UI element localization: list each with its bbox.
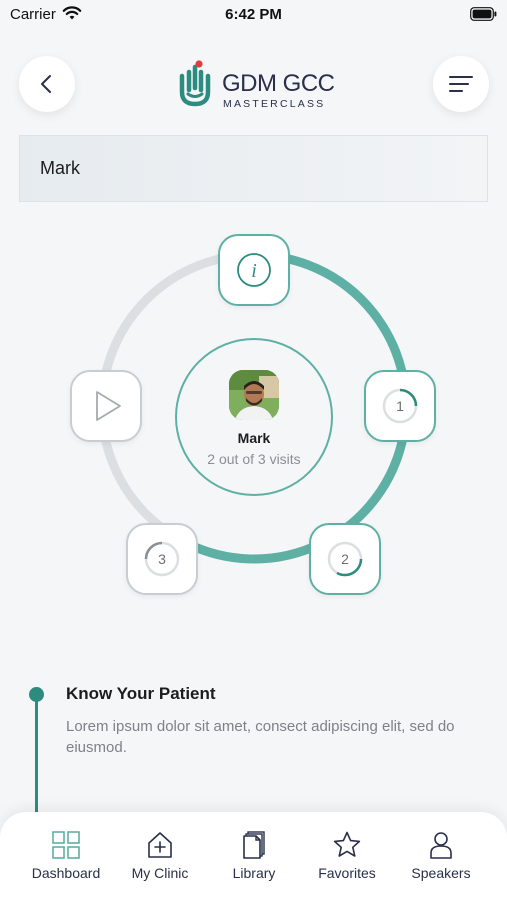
- hamburger-menu-icon: [449, 76, 473, 92]
- status-bar: Carrier 6:42 PM: [0, 0, 507, 30]
- tab-speakers-label: Speakers: [411, 865, 471, 881]
- timeline-line: [35, 694, 38, 824]
- timeline-dot: [29, 687, 44, 702]
- timeline-title: Know Your Patient: [66, 684, 216, 703]
- tab-favorites[interactable]: Favorites: [297, 830, 397, 892]
- chevron-left-icon: [41, 75, 51, 93]
- menu-button[interactable]: [433, 56, 489, 112]
- patient-center-card[interactable]: Mark 2 out of 3 visits: [175, 338, 333, 496]
- star-icon: [333, 831, 361, 857]
- avatar: [229, 370, 279, 420]
- visit-progress-diagram: i 1 2 3 Mark 2 out of 3 visits: [0, 220, 507, 600]
- clinic-icon: [148, 832, 172, 858]
- visits-count-text: 2 out of 3 visits: [207, 451, 301, 467]
- info-icon: i: [237, 253, 271, 287]
- visit-step-1-node[interactable]: 1: [364, 370, 436, 442]
- step-3-label: 3: [158, 551, 166, 567]
- bottom-tab-bar: Dashboard My Clinic Library Favorites Sp…: [0, 812, 507, 900]
- battery-icon: [470, 7, 497, 21]
- person-icon: [430, 832, 452, 859]
- back-button[interactable]: [19, 56, 75, 112]
- tab-library-label: Library: [232, 865, 276, 881]
- timeline-description: Lorem ipsum dolor sit amet, consect adip…: [66, 718, 455, 756]
- library-icon: [243, 831, 265, 859]
- visit-step-2-node[interactable]: 2: [309, 523, 381, 595]
- step-2-label: 2: [341, 551, 349, 567]
- logo-title: GDM GCC: [222, 70, 335, 97]
- tab-speakers[interactable]: Speakers: [391, 830, 491, 892]
- app-logo: GDM GCC MASTERCLASS: [178, 58, 338, 110]
- tab-my-clinic-label: My Clinic: [131, 865, 189, 881]
- tab-dashboard-label: Dashboard: [31, 865, 101, 881]
- svg-text:i: i: [251, 260, 257, 282]
- clock-time: 6:42 PM: [225, 6, 282, 23]
- tab-dashboard[interactable]: Dashboard: [16, 830, 116, 892]
- dashboard-icon: [52, 831, 80, 859]
- patient-photo-icon: [229, 370, 279, 420]
- patient-name: Mark: [40, 158, 80, 178]
- tab-library[interactable]: Library: [204, 830, 304, 892]
- patient-name-bar[interactable]: Mark: [19, 135, 488, 202]
- logo-subtitle: MASTERCLASS: [223, 98, 326, 110]
- tab-favorites-label: Favorites: [318, 865, 376, 881]
- play-icon: [96, 391, 121, 421]
- tab-my-clinic[interactable]: My Clinic: [110, 830, 210, 892]
- info-node[interactable]: i: [218, 234, 290, 306]
- play-node[interactable]: [70, 370, 142, 442]
- hand-logo-icon: [179, 60, 211, 107]
- visit-step-3-node[interactable]: 3: [126, 523, 198, 595]
- center-patient-name: Mark: [237, 430, 271, 446]
- step-1-label: 1: [396, 398, 404, 414]
